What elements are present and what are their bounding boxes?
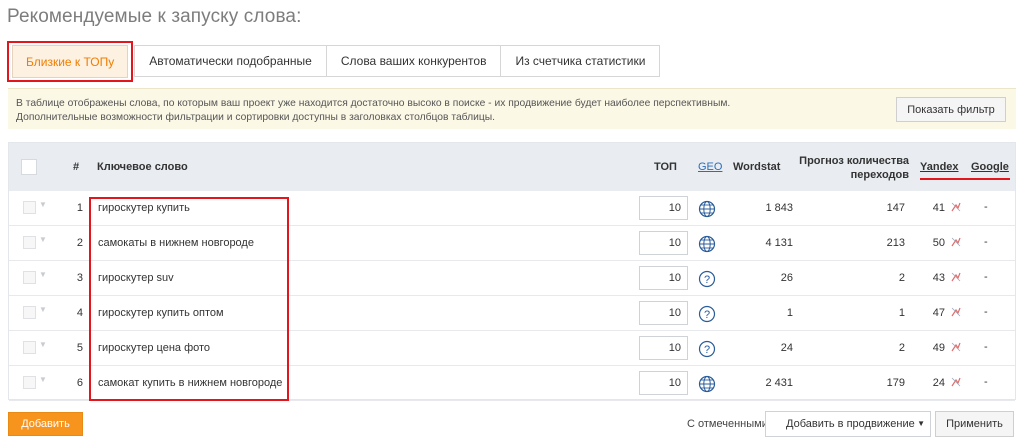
tab-stats-counter[interactable]: Из счетчика статистики bbox=[501, 45, 661, 77]
info-line-1: В таблице отображены слова, по которым в… bbox=[16, 98, 731, 109]
row-google: - bbox=[984, 341, 988, 353]
apply-button[interactable]: Применить bbox=[935, 411, 1014, 437]
yandex-chart-icon[interactable] bbox=[950, 271, 962, 283]
row-google: - bbox=[984, 376, 988, 388]
header-wordstat[interactable]: Wordstat bbox=[733, 161, 780, 173]
row-forecast: 213 bbox=[886, 237, 905, 249]
row-top-input[interactable]: 10 bbox=[639, 231, 688, 255]
annotation-keyword-frame bbox=[89, 197, 289, 401]
action-select-value: Добавить в продвижение bbox=[786, 418, 915, 430]
select-all-checkbox[interactable] bbox=[21, 159, 37, 175]
yandex-chart-icon[interactable] bbox=[950, 341, 962, 353]
tab-close-to-top-label: Близкие к ТОПу bbox=[12, 45, 129, 78]
row-num: 3 bbox=[76, 272, 83, 284]
row-checkbox[interactable] bbox=[23, 271, 36, 284]
row-num: 1 bbox=[76, 202, 83, 214]
yandex-chart-icon[interactable] bbox=[950, 236, 962, 248]
add-button[interactable]: Добавить bbox=[8, 412, 83, 436]
info-line-2: Дополнительные возможности фильтрации и … bbox=[16, 112, 496, 123]
yandex-chart-icon[interactable] bbox=[950, 306, 962, 318]
header-forecast-line-1: Прогноз количества bbox=[799, 155, 909, 167]
tab-competitor-words[interactable]: Слова ваших конкурентов bbox=[326, 45, 502, 77]
row-google: - bbox=[984, 201, 988, 213]
header-top[interactable]: ТОП bbox=[654, 161, 677, 173]
row-checkbox[interactable] bbox=[23, 376, 36, 389]
row-google: - bbox=[984, 236, 988, 248]
row-top-input[interactable]: 10 bbox=[639, 371, 688, 395]
row-forecast: 2 bbox=[898, 342, 905, 354]
tab-auto-selected[interactable]: Автоматически подобранные bbox=[134, 45, 327, 77]
action-select[interactable]: Добавить в продвижение ▼ bbox=[765, 411, 931, 437]
header-google[interactable]: Google bbox=[971, 161, 1009, 173]
row-wordstat: 2 431 bbox=[765, 377, 793, 389]
row-caret-icon[interactable]: ▼ bbox=[39, 340, 47, 349]
row-caret-icon[interactable]: ▼ bbox=[39, 235, 47, 244]
row-top-input[interactable]: 10 bbox=[639, 301, 688, 325]
header-keyword[interactable]: Ключевое слово bbox=[97, 161, 188, 173]
row-wordstat: 24 bbox=[780, 342, 793, 354]
row-top-input[interactable]: 10 bbox=[639, 336, 688, 360]
row-num: 2 bbox=[76, 237, 83, 249]
row-wordstat: 1 843 bbox=[765, 202, 793, 214]
row-top-input[interactable]: 10 bbox=[639, 196, 688, 220]
row-yandex: 49 bbox=[932, 342, 945, 354]
row-yandex: 41 bbox=[932, 202, 945, 214]
page-title: Рекомендуемые к запуску слова: bbox=[7, 6, 302, 27]
row-num: 4 bbox=[76, 307, 83, 319]
row-yandex: 24 bbox=[932, 377, 945, 389]
row-num: 5 bbox=[76, 342, 83, 354]
header-num[interactable]: # bbox=[73, 161, 79, 173]
row-checkbox[interactable] bbox=[23, 341, 36, 354]
row-wordstat: 4 131 bbox=[765, 237, 793, 249]
row-forecast: 147 bbox=[886, 202, 905, 214]
row-google: - bbox=[984, 306, 988, 318]
annotation-search-engines-underline bbox=[920, 178, 1010, 180]
keyword-tabs: Близкие к ТОПу Автоматически подобранные… bbox=[7, 41, 661, 82]
row-wordstat: 26 bbox=[780, 272, 793, 284]
row-num: 6 bbox=[76, 377, 83, 389]
show-filter-button[interactable]: Показать фильтр bbox=[896, 97, 1006, 122]
info-text: В таблице отображены слова, по которым в… bbox=[16, 97, 730, 125]
row-forecast: 179 bbox=[886, 377, 905, 389]
header-forecast-line-2: переходов bbox=[850, 169, 909, 181]
row-yandex: 50 bbox=[932, 237, 945, 249]
row-caret-icon[interactable]: ▼ bbox=[39, 270, 47, 279]
header-geo[interactable]: GEO bbox=[698, 161, 722, 173]
row-google: - bbox=[984, 271, 988, 283]
row-yandex: 47 bbox=[932, 307, 945, 319]
row-forecast: 1 bbox=[898, 307, 905, 319]
row-checkbox[interactable] bbox=[23, 306, 36, 319]
row-yandex: 43 bbox=[932, 272, 945, 284]
row-caret-icon[interactable]: ▼ bbox=[39, 200, 47, 209]
row-checkbox[interactable] bbox=[23, 201, 36, 214]
with-checked-label: С отмеченными: bbox=[687, 418, 771, 430]
row-top-input[interactable]: 10 bbox=[639, 266, 688, 290]
header-yandex[interactable]: Yandex bbox=[920, 161, 959, 173]
tab-close-to-top[interactable]: Близкие к ТОПу bbox=[7, 41, 134, 82]
chevron-down-icon: ▼ bbox=[917, 419, 925, 428]
row-checkbox[interactable] bbox=[23, 236, 36, 249]
row-forecast: 2 bbox=[898, 272, 905, 284]
yandex-chart-icon[interactable] bbox=[950, 201, 962, 213]
row-caret-icon[interactable]: ▼ bbox=[39, 375, 47, 384]
info-box: В таблице отображены слова, по которым в… bbox=[8, 88, 1016, 129]
row-wordstat: 1 bbox=[786, 307, 793, 319]
table-header: # Ключевое слово ТОП GEO Wordstat Прогно… bbox=[9, 143, 1015, 191]
header-forecast[interactable]: Прогноз количества переходов bbox=[789, 154, 909, 182]
yandex-chart-icon[interactable] bbox=[950, 376, 962, 388]
row-caret-icon[interactable]: ▼ bbox=[39, 305, 47, 314]
